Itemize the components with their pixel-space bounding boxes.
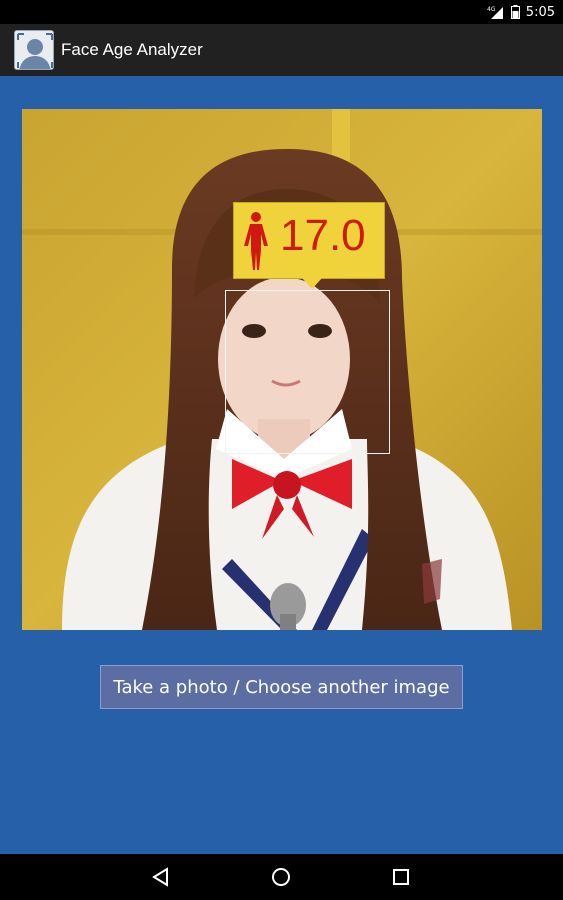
navigation-bar (0, 854, 563, 900)
app-face-icon (14, 30, 54, 70)
status-bar: 4G 5:05 (0, 0, 563, 24)
estimated-age: 17.0 (280, 211, 366, 260)
status-time: 5:05 (525, 4, 555, 20)
analyzed-photo: 17.0 (22, 109, 542, 630)
take-photo-button[interactable]: Take a photo / Choose another image (100, 665, 463, 709)
main-content: 17.0 Take a photo / Choose another image (0, 76, 563, 854)
recents-icon[interactable] (388, 864, 414, 890)
action-bar: Face Age Analyzer (0, 24, 563, 76)
network-type-label: 4G (487, 6, 496, 13)
female-icon (244, 212, 268, 270)
battery-icon (510, 5, 520, 19)
home-icon[interactable] (268, 864, 294, 890)
face-detection-box (225, 290, 390, 454)
label-pointer (302, 278, 322, 289)
signal-icon: 4G (487, 6, 503, 19)
status-icons: 4G 5:05 (487, 3, 555, 21)
app-title: Face Age Analyzer (61, 40, 203, 59)
back-icon[interactable] (148, 864, 174, 890)
age-result-label: 17.0 (233, 202, 385, 289)
